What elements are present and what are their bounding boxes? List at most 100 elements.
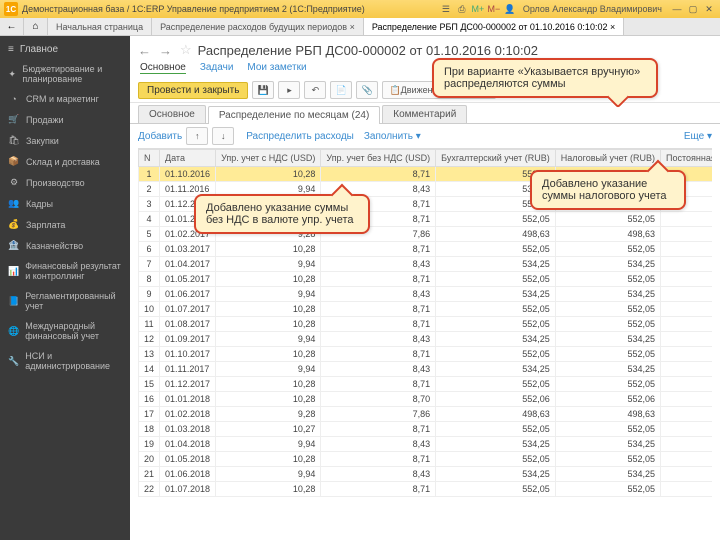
row-down-icon[interactable]: ↓	[212, 127, 234, 145]
table-row[interactable]: 1501.12.201710,288,71552,05552,05	[139, 377, 713, 392]
minimize-icon[interactable]: —	[670, 3, 684, 15]
sidebar-item-8[interactable]: 🏦Казначейство	[0, 235, 130, 256]
sidebar-item-11[interactable]: 🌐 Международный финансовый учет	[0, 316, 130, 346]
sidebar-item-9[interactable]: 📊Финансовый результат и контроллинг	[0, 256, 130, 286]
sidebar-item-label: НСИ и администрирование	[25, 351, 122, 371]
window-titlebar: 1C Демонстрационная база / 1С:ERP Управл…	[0, 0, 720, 18]
sidebar-item-label: CRM и маркетинг	[26, 94, 99, 104]
col-tax[interactable]: Налоговый учет (RUB)	[555, 150, 660, 167]
table-row[interactable]: 801.05.201710,288,71552,05552,05	[139, 272, 713, 287]
breadcrumb-back-icon[interactable]: ←	[0, 18, 24, 35]
current-user[interactable]: Орлов Александр Владимирович	[523, 4, 662, 14]
table-row[interactable]: 2101.06.20189,948,43534,25534,25	[139, 467, 713, 482]
nav-fwd-icon[interactable]: →	[159, 43, 174, 58]
breadcrumb-home-label[interactable]: Начальная страница	[48, 18, 152, 35]
sidebar-icon: ⚙	[8, 177, 20, 188]
table-row[interactable]: 2201.07.201810,288,71552,05552,05	[139, 482, 713, 497]
breadcrumb-tab-1[interactable]: Распределение расходов будущих периодов …	[152, 18, 364, 35]
annotation-callout-2: Добавлено указание суммы без НДС в валют…	[194, 194, 370, 234]
m-plus-icon[interactable]: M+	[471, 3, 485, 15]
post-and-close-button[interactable]: Провести и закрыть	[138, 82, 248, 99]
table-row[interactable]: 701.04.20179,948,43534,25534,25	[139, 257, 713, 272]
print-icon[interactable]: ⎙	[455, 3, 469, 15]
sidebar-item-label: Продажи	[26, 115, 64, 125]
table-row[interactable]: 1901.04.20189,948,43534,25534,25	[139, 437, 713, 452]
col-date[interactable]: Дата	[160, 150, 216, 167]
window-title: Демонстрационная база / 1С:ERP Управлени…	[22, 4, 365, 14]
app-logo-icon: 1C	[4, 2, 18, 16]
report-icon[interactable]: 📄	[330, 81, 352, 99]
sidebar-item-3[interactable]: 🛍 Закупки	[0, 130, 130, 151]
favorite-star-icon[interactable]: ☆	[180, 42, 192, 58]
subnav-notes[interactable]: Мои заметки	[247, 62, 306, 74]
burger-icon[interactable]: ≡	[8, 44, 14, 55]
breadcrumb-tab-2[interactable]: Распределение РБП ДС00-000002 от 01.10.2…	[364, 18, 624, 35]
col-vat[interactable]: Упр. учет с НДС (USD)	[216, 150, 321, 167]
table-toolbar: Добавить ↑ ↓ Распределить расходы Заполн…	[130, 124, 720, 148]
maximize-icon[interactable]: ▢	[686, 3, 700, 15]
tab-comment[interactable]: Комментарий	[382, 105, 467, 123]
sidebar-item-6[interactable]: 👥Кадры	[0, 193, 130, 214]
col-novat[interactable]: Упр. учет без НДС (USD)	[321, 150, 436, 167]
sidebar-item-label: Регламентированный учет	[25, 291, 122, 311]
table-row[interactable]: 901.06.20179,948,43534,25534,25	[139, 287, 713, 302]
document-title: Распределение РБП ДС00-000002 от 01.10.2…	[198, 43, 538, 58]
table-row[interactable]: 1301.10.201710,288,71552,05552,05	[139, 347, 713, 362]
toolbar-icon[interactable]: ☰	[439, 3, 453, 15]
sidebar-item-4[interactable]: 📦Склад и доставка	[0, 151, 130, 172]
subnav-main[interactable]: Основное	[140, 62, 186, 74]
row-up-icon[interactable]: ↑	[186, 127, 208, 145]
sidebar-icon: 🛒	[8, 114, 20, 125]
sidebar-item-label: Международный финансовый учет	[25, 321, 122, 341]
sidebar-icon: 🌐	[8, 326, 19, 337]
add-row-button[interactable]: Добавить	[138, 131, 182, 142]
table-row[interactable]: 1201.09.20179,948,43534,25534,25	[139, 332, 713, 347]
m-minus-icon[interactable]: M−	[487, 3, 501, 15]
table-row[interactable]: 1101.08.201710,288,71552,05552,05	[139, 317, 713, 332]
sidebar-item-0[interactable]: ✦ Бюджетирование и планирование	[0, 59, 130, 89]
table-row[interactable]: 1401.11.20179,948,43534,25534,25	[139, 362, 713, 377]
more-button[interactable]: Еще ▾	[684, 131, 712, 142]
fill-button[interactable]: Заполнить ▾	[364, 131, 421, 142]
sidebar-icon: ✦	[8, 69, 16, 80]
post-icon[interactable]: ▸	[278, 81, 300, 99]
sidebar-icon: 📊	[8, 266, 19, 277]
sidebar-item-1[interactable]: ◔ CRM и маркетинг	[0, 89, 130, 109]
attach-icon[interactable]: 📎	[356, 81, 378, 99]
table-row[interactable]: 1601.01.201810,288,70552,06552,06	[139, 392, 713, 407]
table-row[interactable]: 1701.02.20189,287,86498,63498,63	[139, 407, 713, 422]
sidebar-header-label: Главное	[20, 44, 58, 55]
col-n[interactable]: N	[139, 150, 160, 167]
detail-tabs: Основное Распределение по месяцам (24) К…	[130, 105, 720, 124]
sidebar-item-label: Кадры	[26, 199, 53, 209]
sidebar-icon: ◔	[8, 94, 20, 104]
table-row[interactable]: 601.03.201710,288,71552,05552,05	[139, 242, 713, 257]
subnav-tasks[interactable]: Задачи	[200, 62, 234, 74]
nav-back-icon[interactable]: ←	[138, 43, 153, 58]
col-perm[interactable]: Постоянная ра	[661, 150, 712, 167]
table-row[interactable]: 2001.05.201810,288,71552,05552,05	[139, 452, 713, 467]
user-icon: 👤	[503, 3, 517, 15]
sidebar-item-label: Закупки	[26, 136, 59, 146]
col-acc[interactable]: Бухгалтерский учет (RUB)	[436, 150, 556, 167]
sidebar-item-2[interactable]: 🛒 Продажи	[0, 109, 130, 130]
table-row[interactable]: 1801.03.201810,278,71552,05552,05	[139, 422, 713, 437]
breadcrumb-tabs: ← ⌂ Начальная страница Распределение рас…	[0, 18, 720, 36]
sidebar-icon: 🛍	[8, 135, 20, 146]
sidebar-icon: 📘	[8, 296, 19, 307]
tab-distribution[interactable]: Распределение по месяцам (24)	[208, 106, 380, 124]
save-icon[interactable]: 💾	[252, 81, 274, 99]
distribute-button[interactable]: Распределить расходы	[246, 131, 354, 142]
tab-main[interactable]: Основное	[138, 105, 206, 123]
breadcrumb-home-icon[interactable]: ⌂	[24, 18, 48, 35]
sidebar-item-5[interactable]: ⚙Производство	[0, 172, 130, 193]
sidebar-item-10[interactable]: 📘 Регламентированный учет	[0, 286, 130, 316]
sidebar-item-7[interactable]: 💰Зарплата	[0, 214, 130, 235]
cancel-post-icon[interactable]: ↶	[304, 81, 326, 99]
sidebar-item-12[interactable]: 🔧НСИ и администрирование	[0, 346, 130, 376]
content-area: ← → ☆ Распределение РБП ДС00-000002 от 0…	[130, 36, 720, 540]
close-icon[interactable]: ✕	[702, 3, 716, 15]
sidebar-header[interactable]: ≡ Главное	[0, 40, 130, 59]
sidebar-item-label: Бюджетирование и планирование	[22, 64, 122, 84]
table-row[interactable]: 1001.07.201710,288,71552,05552,05	[139, 302, 713, 317]
